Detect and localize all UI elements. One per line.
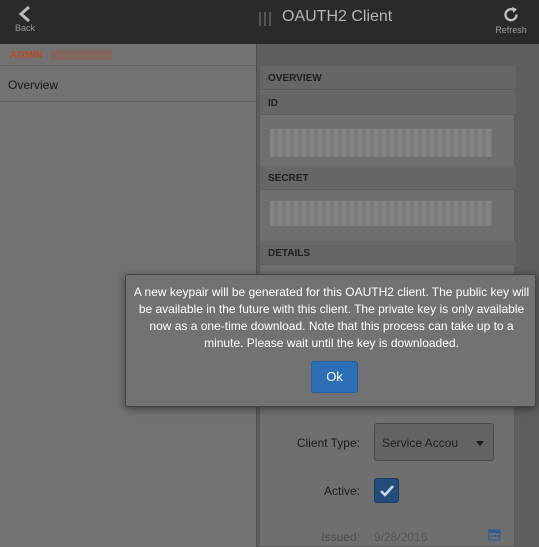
- active-row: Active:: [260, 478, 516, 522]
- section-overview-heading: OVERVIEW: [260, 66, 516, 90]
- refresh-label: Refresh: [495, 25, 527, 35]
- redacted-id-value: [270, 129, 492, 157]
- dialog-message: A new keypair will be generated for this…: [133, 285, 530, 350]
- back-label: Back: [14, 23, 35, 33]
- active-label: Active:: [323, 484, 360, 498]
- client-type-row: Client Type: Service Accou: [260, 423, 516, 467]
- nav-item-overview-label: Overview: [8, 78, 59, 92]
- overview-heading-text: OVERVIEW: [268, 73, 322, 84]
- client-type-label: Client Type:: [296, 436, 360, 450]
- active-checkbox[interactable]: [374, 478, 399, 503]
- checkmark-icon: [380, 485, 394, 497]
- page-title: OAUTH2 Client: [282, 8, 393, 25]
- secret-heading-text: SECRET: [268, 173, 309, 184]
- drag-handle-icon[interactable]: [258, 12, 272, 26]
- section-secret-heading: SECRET: [260, 166, 516, 190]
- nav-item-overview[interactable]: Overview: [0, 66, 256, 102]
- client-type-value: Service Accou: [382, 436, 459, 450]
- redacted-username: [50, 50, 112, 60]
- admin-label: ADMIN: [10, 50, 43, 61]
- calendar-icon[interactable]: [488, 528, 501, 541]
- issued-label: Issued:: [321, 530, 360, 544]
- section-id-heading: ID: [260, 91, 516, 115]
- details-heading-text: DETAILS: [268, 248, 311, 259]
- back-button[interactable]: Back: [10, 4, 40, 40]
- top-bar: Back OAUTH2 Client Refresh: [0, 0, 539, 44]
- id-heading-text: ID: [268, 98, 278, 109]
- keypair-dialog: A new keypair will be generated for this…: [125, 274, 536, 407]
- issued-row: Issued: 9/28/2016: [260, 528, 516, 547]
- ok-button[interactable]: Ok: [311, 361, 358, 393]
- section-details-heading: DETAILS: [260, 241, 516, 265]
- refresh-icon: [504, 7, 518, 22]
- client-type-select[interactable]: Service Accou: [374, 423, 494, 461]
- redacted-secret-value: [270, 201, 492, 226]
- admin-row: ADMIN: [0, 44, 256, 66]
- refresh-button[interactable]: Refresh: [491, 4, 531, 35]
- issued-value: 9/28/2016: [374, 530, 428, 544]
- chevron-down-icon: [476, 441, 484, 446]
- back-arrow-icon: [18, 6, 30, 22]
